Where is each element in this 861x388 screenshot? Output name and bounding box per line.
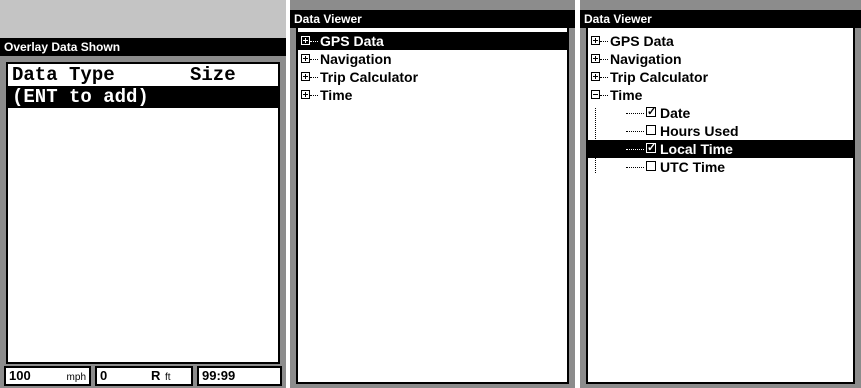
tree-item-label: Trip Calculator <box>320 69 419 85</box>
tree-item-gps-data[interactable]: GPS Data <box>298 32 567 50</box>
data-tree: GPS Data Navigation Trip Calculator Time <box>296 26 569 384</box>
expand-plus-icon[interactable] <box>301 72 310 81</box>
overlay-title: Overlay Data Shown <box>0 38 286 56</box>
data-tree: GPS Data Navigation Trip Calculator Time… <box>586 26 855 384</box>
overlay-data-list: Data Type Size (ENT to add) <box>6 62 280 364</box>
header-size: Size <box>190 64 236 86</box>
tree-item-label: Navigation <box>320 51 392 67</box>
collapse-minus-icon[interactable] <box>591 90 600 99</box>
tree-item-label: Time <box>610 87 643 103</box>
tree-connector <box>310 77 318 78</box>
distance-mid: R <box>151 368 161 383</box>
tree-connector <box>600 95 608 96</box>
tree-item-time[interactable]: Time <box>298 86 567 104</box>
expand-plus-icon[interactable] <box>301 54 310 63</box>
header-data-type: Data Type <box>12 64 115 86</box>
tree-connector <box>310 41 318 42</box>
checkbox-checked-icon[interactable]: ✓ <box>646 107 656 118</box>
overlay-data-screen: Overlay Data Shown Data Type Size (ENT t… <box>0 0 286 388</box>
tree-child-hours-used[interactable]: Hours Used <box>588 122 853 140</box>
tree-connector <box>600 77 608 78</box>
tree-child-local-time[interactable]: ✓ Local Time <box>588 140 853 158</box>
tree-connector <box>310 59 318 60</box>
tree-item-label: Navigation <box>610 51 682 67</box>
checkbox-checked-icon[interactable]: ✓ <box>646 143 656 154</box>
checkbox-unchecked-icon[interactable] <box>646 161 656 171</box>
data-viewer-screen-collapsed: Data Viewer GPS Data Navigation Trip Cal… <box>290 0 575 388</box>
tree-child-utc-time[interactable]: UTC Time <box>588 158 853 176</box>
expand-plus-icon[interactable] <box>591 54 600 63</box>
tree-connector <box>626 131 644 132</box>
tree-connector <box>310 95 318 96</box>
expand-plus-icon[interactable] <box>301 90 310 99</box>
distance-unit: ft <box>165 372 171 383</box>
checkbox-unchecked-icon[interactable] <box>646 125 656 135</box>
speed-box: 100 mph <box>4 366 91 386</box>
tree-child-label: Hours Used <box>660 123 739 139</box>
distance-value: 0 <box>100 368 108 383</box>
time-value: 99:99 <box>202 368 236 383</box>
tree-child-label: Date <box>660 105 691 121</box>
tree-item-gps-data[interactable]: GPS Data <box>588 32 853 50</box>
tree-connector <box>600 59 608 60</box>
distance-box: 0 R ft <box>95 366 193 386</box>
tree-item-navigation[interactable]: Navigation <box>298 50 567 68</box>
tree-item-label: GPS Data <box>320 33 384 49</box>
list-header: Data Type Size <box>8 64 278 86</box>
top-blank-area <box>0 0 286 38</box>
tree-item-label: Time <box>320 87 353 103</box>
tree-item-navigation[interactable]: Navigation <box>588 50 853 68</box>
tree-item-trip-calculator[interactable]: Trip Calculator <box>298 68 567 86</box>
tree-child-date[interactable]: ✓ Date <box>588 104 853 122</box>
add-item-row[interactable]: (ENT to add) <box>8 86 278 108</box>
expand-plus-icon[interactable] <box>591 36 600 45</box>
status-bar: 100 mph 0 R ft 99:99 <box>4 366 282 386</box>
expand-plus-icon[interactable] <box>301 36 310 45</box>
time-box: 99:99 <box>197 366 282 386</box>
expand-plus-icon[interactable] <box>591 72 600 81</box>
data-viewer-screen-expanded: Data Viewer GPS Data Navigation Trip Cal… <box>580 0 861 388</box>
tree-item-label: Trip Calculator <box>610 69 709 85</box>
tree-child-label: UTC Time <box>660 159 726 175</box>
tree-connector <box>626 167 644 168</box>
speed-unit: mph <box>66 372 86 383</box>
tree-item-label: GPS Data <box>610 33 674 49</box>
tree-item-trip-calculator[interactable]: Trip Calculator <box>588 68 853 86</box>
speed-value: 100 <box>9 368 31 383</box>
tree-item-time[interactable]: Time <box>588 86 853 104</box>
tree-child-label: Local Time <box>660 141 733 157</box>
tree-connector <box>626 149 644 150</box>
tree-connector <box>626 113 644 114</box>
tree-connector <box>600 41 608 42</box>
